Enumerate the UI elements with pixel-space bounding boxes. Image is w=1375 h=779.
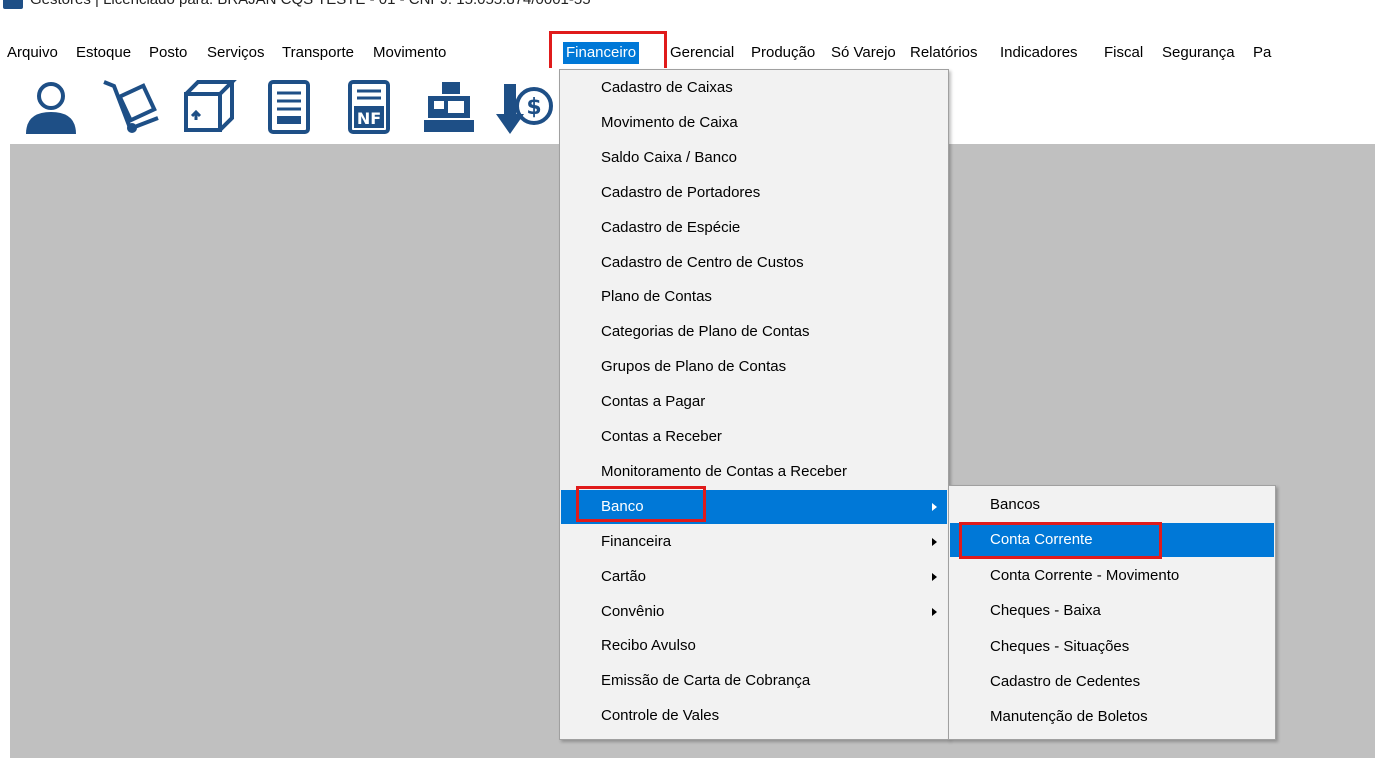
hand-truck-icon[interactable]	[100, 76, 162, 138]
menu-relatorios[interactable]: Relatórios	[907, 42, 981, 64]
menu-indicadores[interactable]: Indicadores	[997, 42, 1081, 64]
menu-producao[interactable]: Produção	[748, 42, 818, 64]
menu-item-label: Cadastro de Espécie	[601, 218, 741, 236]
menu-overflow[interactable]: Pa	[1250, 42, 1274, 64]
menu-arquivo[interactable]: Arquivo	[4, 42, 61, 64]
menu-item-label: Movimento de Caixa	[601, 113, 738, 131]
financeiro-dropdown: Cadastro de Caixas Movimento de Caixa Sald…	[559, 69, 949, 740]
menu-movimento[interactable]: Movimento	[370, 42, 449, 64]
window-title: Gestores | Licenciado para: BRAJAN CQS T…	[30, 0, 591, 8]
menu-item-label: Cheques - Situações	[990, 637, 1130, 655]
menu-item-plano-de-contas[interactable]: Plano de Contas	[561, 280, 947, 314]
menu-item-label: Recibo Avulso	[601, 637, 696, 655]
menu-item-manutencao-de-boletos[interactable]: Manutenção de Boletos	[950, 700, 1274, 734]
menu-item-label: Contas a Receber	[601, 428, 722, 445]
dollar-down-icon[interactable]: $	[494, 76, 556, 138]
menu-item-cadastro-de-cedentes[interactable]: Cadastro de Cedentes	[950, 665, 1274, 699]
document-icon[interactable]	[258, 76, 320, 138]
menu-financeiro[interactable]: Financeiro	[563, 42, 640, 64]
menu-item-conta-corrente-movimento[interactable]: Conta Corrente - Movimento	[950, 559, 1274, 593]
menu-item-controle-de-vales[interactable]: Controle de Vales	[561, 699, 947, 733]
menu-item-cadastro-de-centro-de-custos[interactable]: Cadastro de Centro de Custos	[561, 246, 947, 280]
menu-item-label: Financeira	[601, 532, 672, 550]
submenu-arrow-icon	[932, 607, 937, 616]
submenu-arrow-icon	[932, 502, 937, 511]
menu-item-label: Conta Corrente - Movimento	[990, 566, 1180, 584]
title-bar: Gestores | Licenciado para: BRAJAN CQS T…	[0, 0, 1375, 20]
menu-gerencial[interactable]: Gerencial	[667, 42, 737, 64]
menu-item-emissao-de-carta-de-cobranca[interactable]: Emissão de Carta de Cobrança	[561, 664, 947, 698]
banco-submenu: Bancos Conta Corrente Conta Corrente - Mov…	[948, 485, 1276, 740]
menu-item-label: Cheques - Baixa	[990, 602, 1101, 620]
menu-item-cheques-baixa[interactable]: Cheques - Baixa	[950, 594, 1274, 628]
menu-item-cadastro-de-portadores[interactable]: Cadastro de Portadores	[561, 176, 947, 210]
menu-item-label: Contas a Pagar	[601, 393, 706, 411]
menu-item-financeira[interactable]: Financeira	[561, 525, 947, 559]
bottom-strip	[0, 758, 1375, 779]
menu-servicos[interactable]: Serviços	[204, 42, 268, 64]
menu-item-label: Saldo Caixa / Banco	[601, 148, 737, 166]
submenu-arrow-icon	[932, 572, 937, 581]
menu-item-cadastro-de-caixas[interactable]: Cadastro de Caixas	[561, 71, 947, 105]
menu-item-cheques-situacoes[interactable]: Cheques - Situações	[950, 630, 1274, 664]
user-icon[interactable]	[20, 76, 82, 138]
menu-item-categorias-de-plano-de-contas[interactable]: Categorias de Plano de Contas	[561, 315, 947, 349]
menu-item-bancos[interactable]: Bancos	[950, 488, 1274, 522]
cash-register-icon[interactable]	[418, 76, 480, 138]
menu-item-cadastro-de-especie[interactable]: Cadastro de Espécie	[561, 211, 947, 245]
menu-estoque[interactable]: Estoque	[73, 42, 134, 64]
menu-item-conta-corrente[interactable]: Conta Corrente	[950, 523, 1274, 558]
app-icon	[3, 0, 23, 9]
svg-text:$: $	[526, 95, 541, 120]
menu-transporte[interactable]: Transporte	[279, 42, 357, 64]
menu-bar: Arquivo Estoque Posto Serviços Transport…	[0, 37, 1375, 68]
menu-posto[interactable]: Posto	[146, 42, 190, 64]
menu-item-label: Cadastro de Cedentes	[990, 673, 1141, 690]
menu-fiscal[interactable]: Fiscal	[1101, 42, 1146, 64]
submenu-arrow-icon	[932, 537, 937, 546]
menu-item-label: Monitoramento de Contas a Receber	[601, 462, 847, 480]
menu-item-label: Cadastro de Caixas	[601, 79, 733, 96]
menu-item-cartao[interactable]: Cartão	[561, 560, 947, 594]
menu-item-label: Banco	[601, 497, 644, 515]
nf-document-icon[interactable]: NF	[338, 76, 400, 138]
menu-item-label: Convênio	[601, 602, 665, 620]
menu-item-monitoramento-de-contas-a-receber[interactable]: Monitoramento de Contas a Receber	[561, 455, 947, 489]
menu-item-label: Manutenção de Boletos	[990, 708, 1148, 726]
menu-seguranca[interactable]: Segurança	[1159, 42, 1238, 64]
menu-item-label: Grupos de Plano de Contas	[601, 358, 787, 376]
menu-item-label: Cadastro de Portadores	[601, 183, 761, 201]
svg-text:NF: NF	[357, 109, 381, 128]
menu-item-label: Plano de Contas	[601, 288, 712, 306]
menu-item-recibo-avulso[interactable]: Recibo Avulso	[561, 629, 947, 663]
menu-item-grupos-de-plano-de-contas[interactable]: Grupos de Plano de Contas	[561, 350, 947, 384]
menu-item-saldo-caixa-banco[interactable]: Saldo Caixa / Banco	[561, 141, 947, 175]
box-icon[interactable]	[178, 76, 240, 138]
menu-item-label: Controle de Vales	[601, 707, 720, 725]
menu-item-contas-a-pagar[interactable]: Contas a Pagar	[561, 385, 947, 419]
menu-item-label: Conta Corrente	[990, 531, 1093, 549]
menu-so-varejo[interactable]: Só Varejo	[828, 42, 899, 64]
menu-item-label: Categorias de Plano de Contas	[601, 323, 810, 341]
menu-item-contas-a-receber[interactable]: Contas a Receber	[561, 420, 947, 454]
menu-item-banco[interactable]: Banco	[561, 489, 947, 524]
menu-item-convenio[interactable]: Convênio	[561, 595, 947, 629]
menu-item-label: Cartão	[601, 567, 647, 585]
menu-item-label: Emissão de Carta de Cobrança	[601, 672, 811, 690]
menu-item-label: Bancos	[990, 496, 1041, 513]
menu-item-movimento-de-caixa[interactable]: Movimento de Caixa	[561, 106, 947, 140]
menu-item-label: Cadastro de Centro de Custos	[601, 253, 804, 271]
